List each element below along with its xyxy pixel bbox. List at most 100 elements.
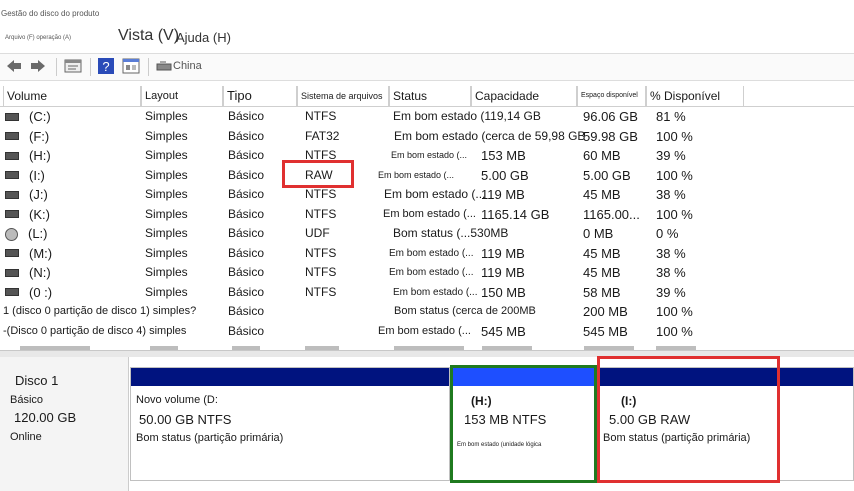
- disk-type: Básico: [10, 394, 44, 406]
- disk-info-panel[interactable]: Disco 1 Básico 120.00 GB Online: [0, 357, 129, 491]
- col-tipo[interactable]: Tipo: [223, 86, 297, 106]
- drive-icon: [5, 190, 19, 199]
- volume-list: (C:) Simples Básico NTFS Em bom estado (…: [0, 107, 854, 353]
- table-row[interactable]: (N:) Simples Básico NTFS Em bom estado (…: [0, 263, 854, 283]
- status-value: Em bom estado (...: [389, 247, 474, 259]
- filesystem-value: UDF: [305, 226, 330, 240]
- toolbar-separator: [56, 58, 57, 76]
- menu-view[interactable]: Vista (V): [118, 27, 179, 45]
- table-row[interactable]: (I:) Simples Básico RAW Em bom estado (.…: [0, 166, 854, 186]
- free-value: 96.06 GB: [583, 109, 638, 124]
- column-headers: Volume Layout Tipo Sistema de arquivos S…: [0, 86, 854, 107]
- col-filesystem[interactable]: Sistema de arquivos: [297, 86, 389, 106]
- menu-file-action[interactable]: Arquivo (F) operação (A): [5, 35, 71, 41]
- volume-name: (M:): [29, 245, 53, 261]
- pct-value: 100 %: [656, 128, 693, 144]
- layout-value: Simples: [145, 109, 188, 123]
- status-value: Em bom estado (...: [391, 150, 468, 160]
- drive-icon: [5, 132, 19, 141]
- free-value: 5.00 GB: [583, 167, 631, 183]
- col-volume[interactable]: Volume: [3, 86, 141, 106]
- toolbar-label: China: [173, 60, 202, 72]
- table-row[interactable]: (K:) Simples Básico NTFS Em bom estado (…: [0, 205, 854, 225]
- capacity-value: 119 MB: [481, 187, 525, 202]
- capacity-value: 1165.14 GB: [481, 206, 550, 222]
- toolbar-separator: [148, 58, 149, 76]
- toolbar: ? China: [0, 53, 854, 81]
- status-value: Em bom estado (...: [378, 324, 471, 337]
- drive-icon: [5, 210, 19, 219]
- col-espaco[interactable]: Espaço disponível: [577, 86, 646, 106]
- back-arrow-icon[interactable]: [6, 58, 22, 74]
- pct-value: 100 %: [656, 206, 693, 222]
- optical-drive-icon: [5, 228, 18, 242]
- drive-icon: [5, 171, 19, 180]
- partition-h-highlight: [450, 365, 597, 483]
- free-value: 45 MB: [583, 245, 621, 261]
- table-row[interactable]: (M:) Simples Básico NTFS Em bom estado (…: [0, 244, 854, 264]
- col-pct[interactable]: % Disponível: [646, 86, 744, 106]
- status-value: Em bom estado (...: [393, 286, 478, 298]
- col-layout[interactable]: Layout: [141, 86, 223, 106]
- pct-value: 0 %: [656, 226, 679, 241]
- pct-value: 39 %: [656, 284, 686, 300]
- partition-status: Bom status (partição primária): [136, 432, 284, 444]
- pct-value: 81 %: [656, 109, 686, 124]
- filesystem-value: FAT32: [305, 128, 340, 143]
- window-title: Gestão do disco do produto: [1, 9, 100, 18]
- layout-value: Simples: [145, 226, 188, 240]
- pct-value: 38 %: [656, 245, 686, 261]
- drive-icon: [5, 112, 19, 121]
- status-value: Em bom estado (...: [383, 207, 476, 220]
- console-icon[interactable]: [122, 58, 140, 74]
- partition-i-highlight: [597, 356, 780, 483]
- table-row[interactable]: (C:) Simples Básico NTFS Em bom estado (…: [0, 107, 854, 127]
- table-row[interactable]: 1 (disco 0 partição de disco 1) simples?…: [0, 302, 854, 322]
- status-value: Em bom estado (...: [384, 187, 486, 201]
- layout-value: Simples: [145, 206, 188, 221]
- volume-name: (C:): [29, 109, 51, 124]
- status-value: Em bom estado (...: [378, 169, 455, 180]
- free-value: 59.98 GB: [583, 128, 638, 144]
- volume-name: (J:): [29, 187, 48, 202]
- type-value: Básico: [228, 109, 265, 123]
- type-value: Básico: [228, 187, 265, 201]
- volume-name: (F:): [29, 128, 50, 144]
- table-row[interactable]: (L:) Simples Básico UDF Bom status (...5…: [0, 224, 854, 244]
- free-value: 45 MB: [583, 265, 621, 280]
- pct-value: 100 %: [656, 304, 693, 319]
- svg-text:?: ?: [102, 59, 109, 74]
- help-icon[interactable]: ?: [98, 58, 114, 74]
- table-row[interactable]: (J:) Simples Básico NTFS Em bom estado (…: [0, 185, 854, 205]
- capacity-value: 150 MB: [481, 284, 526, 300]
- status-value: Bom status (cerca de 200MB: [394, 305, 536, 317]
- refresh-icon[interactable]: [156, 58, 172, 74]
- table-row[interactable]: (F:) Simples Básico FAT32 Em bom estado …: [0, 127, 854, 147]
- drive-icon: [5, 268, 19, 277]
- free-value: 0 MB: [583, 226, 614, 241]
- partition-title: Novo volume (D:: [136, 394, 218, 406]
- table-row[interactable]: -(Disco 0 partição de disco 4) simples B…: [0, 322, 854, 342]
- col-capacidade[interactable]: Capacidade: [471, 86, 577, 106]
- free-value: 200 MB: [583, 304, 628, 319]
- table-row[interactable]: (0 :) Simples Básico NTFS Em bom estado …: [0, 283, 854, 303]
- status-value: Em bom estado (cerca de 59,98 GB: [394, 128, 586, 143]
- layout-value: Simples: [145, 284, 188, 299]
- toolbar-separator: [90, 58, 91, 76]
- partition-size: 50.00 GB NTFS: [139, 412, 232, 427]
- type-value: Básico: [228, 245, 265, 260]
- table-row[interactable]: (H:) Simples Básico NTFS Em bom estado (…: [0, 146, 854, 166]
- filesystem-value: NTFS: [305, 109, 337, 123]
- disk-name: Disco 1: [15, 373, 59, 388]
- type-value: Básico: [228, 304, 265, 318]
- menu-help[interactable]: Ajuda (H): [176, 30, 231, 45]
- type-value: Básico: [228, 226, 265, 240]
- col-status[interactable]: Status: [389, 86, 471, 106]
- properties-icon[interactable]: [64, 58, 82, 74]
- filesystem-value: NTFS: [305, 265, 337, 279]
- forward-arrow-icon[interactable]: [30, 58, 46, 74]
- type-value: Básico: [228, 323, 265, 338]
- partition-d[interactable]: Novo volume (D: 50.00 GB NTFS Bom status…: [130, 367, 450, 481]
- layout-value: Simples: [145, 187, 188, 201]
- layout-value: Simples: [145, 128, 188, 143]
